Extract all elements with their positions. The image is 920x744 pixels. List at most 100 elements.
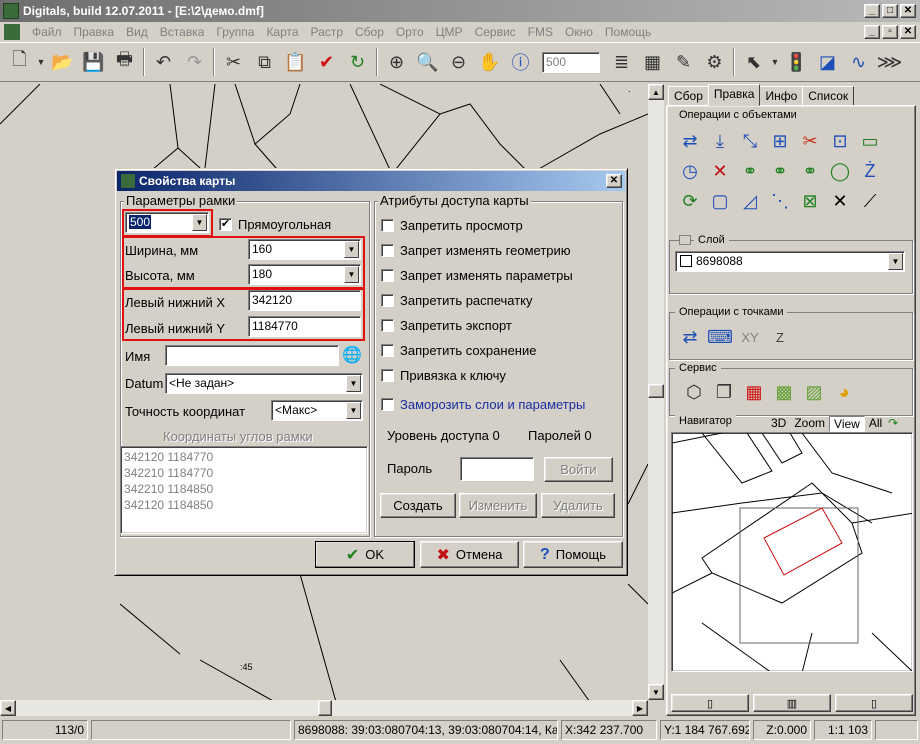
frame-icon[interactable]: ▢ — [705, 186, 735, 216]
insert-point-icon[interactable]: ⤓ — [705, 126, 735, 156]
move-segment-icon[interactable]: ⤡ — [735, 126, 765, 156]
keyboard-input-icon[interactable]: ⌨ — [705, 322, 735, 352]
difference-icon[interactable]: ⚭ — [795, 156, 825, 186]
dotted-line-icon[interactable]: ⋱ — [765, 186, 795, 216]
doc-restore-button[interactable]: ▫ — [882, 25, 898, 39]
save-icon[interactable]: 💾 — [78, 46, 109, 78]
xy-button[interactable]: XY — [735, 322, 765, 352]
table-icon[interactable]: ▦ — [637, 46, 668, 78]
menu-map[interactable]: Карта — [260, 25, 304, 39]
menu-collect[interactable]: Сбор — [349, 25, 390, 39]
point-swap-icon[interactable]: ⇄ — [675, 322, 705, 352]
vertical-scrollbar[interactable]: ▲ ▼ — [648, 84, 664, 700]
zoom-window-icon[interactable]: ⊕ — [381, 46, 412, 78]
create-button[interactable]: Создать — [380, 493, 456, 518]
select-dropdown-icon[interactable]: ▼ — [769, 46, 781, 78]
swap-direction-icon[interactable]: ⇄ — [675, 126, 705, 156]
bar-icon[interactable]: ▭ — [855, 126, 885, 156]
layers-icon[interactable]: ≣ — [606, 46, 637, 78]
tab-collect[interactable]: Сбор — [668, 86, 709, 106]
map-style-icon[interactable]: ◪ — [812, 46, 843, 78]
menu-help[interactable]: Помощь — [599, 25, 657, 39]
rotate-icon[interactable]: ◷ — [675, 156, 705, 186]
nav-tab-zoom[interactable]: Zoom — [790, 416, 829, 432]
pan-hand-icon[interactable]: ✋ — [474, 46, 505, 78]
edit-table-icon[interactable]: ✎ — [668, 46, 699, 78]
minimize-button[interactable]: _ — [864, 4, 880, 18]
zoom-in-icon[interactable]: 🔍 — [412, 46, 443, 78]
nav-tab-view[interactable]: View — [829, 416, 865, 432]
deny-params-checkbox[interactable]: Запрет изменять параметры — [381, 268, 573, 283]
horizontal-scroll-thumb[interactable] — [318, 700, 332, 716]
raster-tile-icon[interactable]: ▩ — [769, 377, 799, 407]
name-input[interactable] — [165, 345, 339, 366]
raster-image-icon[interactable]: ▨ — [799, 377, 829, 407]
deny-save-checkbox[interactable]: Запретить сохранение — [381, 343, 536, 358]
layer-dropdown-icon[interactable]: ▼ — [888, 253, 903, 270]
z-button[interactable]: Z — [765, 322, 795, 352]
check-icon[interactable]: ✔ — [311, 46, 342, 78]
cut-icon[interactable]: ✂ — [218, 46, 249, 78]
elevation-icon[interactable]: Ż — [855, 156, 885, 186]
polygon-icon[interactable]: ◿ — [735, 186, 765, 216]
ok-button[interactable]: ✔ OK — [315, 541, 415, 568]
settings-gear-icon[interactable]: ⚙ — [699, 46, 730, 78]
nav-tab-all[interactable]: All — [865, 416, 886, 432]
layer-select[interactable]: 8698088 ▼ — [675, 251, 905, 272]
precision-dropdown-icon[interactable]: ▼ — [346, 402, 361, 419]
menu-ortho[interactable]: Орто — [390, 25, 430, 39]
menu-service[interactable]: Сервис — [469, 25, 522, 39]
corners-list[interactable]: 342120 1184770 342210 1184770 342210 118… — [120, 446, 368, 534]
tab-info[interactable]: Инфо — [759, 86, 804, 106]
hatch-icon[interactable]: ⊠ — [795, 186, 825, 216]
doc-minimize-button[interactable]: _ — [864, 25, 880, 39]
delete-arc-icon[interactable]: ✕ — [705, 156, 735, 186]
dialog-close-button[interactable]: ✕ — [606, 174, 622, 188]
horizontal-scrollbar[interactable]: ◀ ▶ — [0, 700, 648, 716]
rotate-90-icon[interactable]: ⟳ — [675, 186, 705, 216]
menu-dem[interactable]: ЦМР — [430, 25, 469, 39]
doc-close-button[interactable]: ✕ — [900, 25, 916, 39]
deny-view-checkbox[interactable]: Запретить просмотр — [381, 218, 523, 233]
tab-list[interactable]: Список — [802, 86, 855, 106]
edit-button[interactable]: Изменить — [459, 493, 537, 518]
info-icon[interactable]: ⓘ — [505, 46, 536, 78]
refresh-icon[interactable]: ↻ — [342, 46, 373, 78]
tab-edit[interactable]: Правка — [707, 84, 761, 106]
scroll-down-button[interactable]: ▼ — [648, 684, 664, 700]
cancel-button[interactable]: ✖ Отмена — [420, 541, 519, 568]
menu-edit[interactable]: Правка — [68, 25, 121, 39]
copy-icon[interactable]: ⧉ — [249, 46, 280, 78]
key-binding-checkbox[interactable]: Привязка к ключу — [381, 368, 506, 383]
menu-fms[interactable]: FMS — [522, 25, 559, 39]
maximize-button[interactable]: □ — [882, 4, 898, 18]
menu-view[interactable]: Вид — [120, 25, 154, 39]
navigator-view[interactable] — [671, 432, 913, 672]
menu-insert[interactable]: Вставка — [154, 25, 211, 39]
menu-window[interactable]: Окно — [559, 25, 599, 39]
print-icon[interactable]: 🖶 — [109, 46, 140, 78]
ruler-icon[interactable]: ⟋ — [855, 186, 885, 216]
deny-print-checkbox[interactable]: Запретить распечатку — [381, 293, 533, 308]
stack-icon[interactable]: ❐ — [709, 377, 739, 407]
nav-tab-3d[interactable]: 3D — [767, 416, 790, 432]
center-point-icon[interactable]: ⊡ — [825, 126, 855, 156]
globe-icon[interactable]: 🌐 — [341, 345, 363, 367]
menu-file[interactable]: Файл — [26, 25, 68, 39]
color-wheel-icon[interactable]: ◕ — [829, 377, 859, 407]
deny-export-checkbox[interactable]: Запретить экспорт — [381, 318, 512, 333]
box-3d-icon[interactable]: ⬡ — [679, 377, 709, 407]
new-file-icon[interactable]: 🗋 — [4, 46, 35, 78]
undo-icon[interactable]: ↶ — [148, 46, 179, 78]
open-folder-icon[interactable]: 📂 — [47, 46, 78, 78]
traffic-light-icon[interactable]: 🚦 — [781, 46, 812, 78]
menu-group[interactable]: Группа — [210, 25, 260, 39]
nav-refresh-icon[interactable]: ↷ — [886, 416, 900, 432]
layout-right-icon[interactable]: ▯ — [835, 694, 913, 712]
layout-center-icon[interactable]: ▥ — [753, 694, 831, 712]
scroll-right-button[interactable]: ▶ — [632, 700, 648, 716]
datum-select[interactable]: <Не задан> ▼ — [165, 373, 363, 394]
datum-dropdown-icon[interactable]: ▼ — [346, 375, 361, 392]
menu-raster[interactable]: Растр — [305, 25, 349, 39]
scroll-up-button[interactable]: ▲ — [648, 84, 664, 100]
